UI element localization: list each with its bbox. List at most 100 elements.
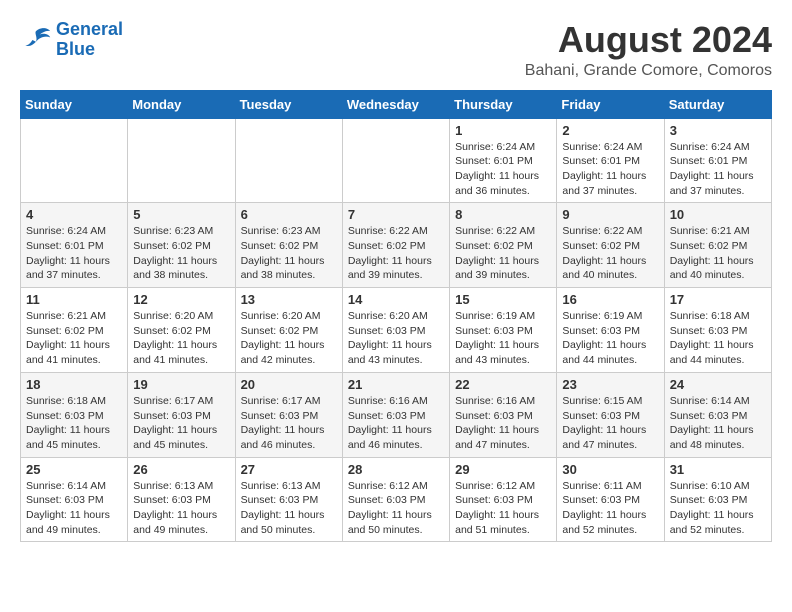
day-number: 17 <box>670 292 766 307</box>
logo-line2: Blue <box>56 40 123 60</box>
day-number: 7 <box>348 207 444 222</box>
day-number: 31 <box>670 462 766 477</box>
calendar-cell: 12 Sunrise: 6:20 AM Sunset: 6:02 PM Dayli… <box>128 288 235 373</box>
column-header-saturday: Saturday <box>664 90 771 118</box>
day-number: 12 <box>133 292 229 307</box>
day-number: 20 <box>241 377 337 392</box>
calendar-cell: 20 Sunrise: 6:17 AM Sunset: 6:03 PM Dayli… <box>235 372 342 457</box>
day-number: 23 <box>562 377 658 392</box>
day-detail: Sunrise: 6:20 AM Sunset: 6:02 PM Dayligh… <box>241 309 337 368</box>
day-detail: Sunrise: 6:22 AM Sunset: 6:02 PM Dayligh… <box>348 224 444 283</box>
day-detail: Sunrise: 6:17 AM Sunset: 6:03 PM Dayligh… <box>241 394 337 453</box>
day-detail: Sunrise: 6:21 AM Sunset: 6:02 PM Dayligh… <box>670 224 766 283</box>
day-detail: Sunrise: 6:12 AM Sunset: 6:03 PM Dayligh… <box>455 479 551 538</box>
day-detail: Sunrise: 6:20 AM Sunset: 6:03 PM Dayligh… <box>348 309 444 368</box>
day-detail: Sunrise: 6:24 AM Sunset: 6:01 PM Dayligh… <box>455 140 551 199</box>
calendar-cell: 24Sunrise: 6:14 AM Sunset: 6:03 PM Dayli… <box>664 372 771 457</box>
calendar-cell <box>342 118 449 203</box>
calendar-cell: 30Sunrise: 6:11 AM Sunset: 6:03 PM Dayli… <box>557 457 664 542</box>
day-detail: Sunrise: 6:17 AM Sunset: 6:03 PM Dayligh… <box>133 394 229 453</box>
day-detail: Sunrise: 6:12 AM Sunset: 6:03 PM Dayligh… <box>348 479 444 538</box>
day-detail: Sunrise: 6:22 AM Sunset: 6:02 PM Dayligh… <box>562 224 658 283</box>
day-number: 8 <box>455 207 551 222</box>
calendar-cell: 4Sunrise: 6:24 AM Sunset: 6:01 PM Daylig… <box>21 203 128 288</box>
calendar-week-row: 18 Sunrise: 6:18 AM Sunset: 6:03 PM Dayli… <box>21 372 772 457</box>
day-number: 2 <box>562 123 658 138</box>
calendar-week-row: 25 Sunrise: 6:14 AM Sunset: 6:03 PM Dayli… <box>21 457 772 542</box>
day-number: 15 <box>455 292 551 307</box>
calendar-cell <box>128 118 235 203</box>
day-number: 29 <box>455 462 551 477</box>
calendar-cell: 16Sunrise: 6:19 AM Sunset: 6:03 PM Dayli… <box>557 288 664 373</box>
calendar-cell: 21 Sunrise: 6:16 AM Sunset: 6:03 PM Dayli… <box>342 372 449 457</box>
calendar-cell: 8 Sunrise: 6:22 AM Sunset: 6:02 PM Daylig… <box>450 203 557 288</box>
day-detail: Sunrise: 6:23 AM Sunset: 6:02 PM Dayligh… <box>133 224 229 283</box>
calendar-cell <box>21 118 128 203</box>
calendar-cell: 26 Sunrise: 6:13 AM Sunset: 6:03 PM Dayli… <box>128 457 235 542</box>
day-detail: Sunrise: 6:19 AM Sunset: 6:03 PM Dayligh… <box>455 309 551 368</box>
day-number: 13 <box>241 292 337 307</box>
day-detail: Sunrise: 6:18 AM Sunset: 6:03 PM Dayligh… <box>26 394 122 453</box>
day-detail: Sunrise: 6:22 AM Sunset: 6:02 PM Dayligh… <box>455 224 551 283</box>
day-detail: Sunrise: 6:14 AM Sunset: 6:03 PM Dayligh… <box>26 479 122 538</box>
day-detail: Sunrise: 6:10 AM Sunset: 6:03 PM Dayligh… <box>670 479 766 538</box>
calendar-cell: 2 Sunrise: 6:24 AM Sunset: 6:01 PM Daylig… <box>557 118 664 203</box>
day-number: 6 <box>241 207 337 222</box>
day-detail: Sunrise: 6:16 AM Sunset: 6:03 PM Dayligh… <box>455 394 551 453</box>
day-number: 5 <box>133 207 229 222</box>
calendar-cell: 6Sunrise: 6:23 AM Sunset: 6:02 PM Daylig… <box>235 203 342 288</box>
day-number: 14 <box>348 292 444 307</box>
calendar-cell: 14 Sunrise: 6:20 AM Sunset: 6:03 PM Dayli… <box>342 288 449 373</box>
day-detail: Sunrise: 6:13 AM Sunset: 6:03 PM Dayligh… <box>133 479 229 538</box>
logo-bird-icon <box>20 24 52 56</box>
calendar-cell: 13 Sunrise: 6:20 AM Sunset: 6:02 PM Dayli… <box>235 288 342 373</box>
day-detail: Sunrise: 6:18 AM Sunset: 6:03 PM Dayligh… <box>670 309 766 368</box>
day-number: 19 <box>133 377 229 392</box>
calendar-cell: 23 Sunrise: 6:15 AM Sunset: 6:03 PM Dayli… <box>557 372 664 457</box>
day-number: 9 <box>562 207 658 222</box>
day-detail: Sunrise: 6:15 AM Sunset: 6:03 PM Dayligh… <box>562 394 658 453</box>
column-header-wednesday: Wednesday <box>342 90 449 118</box>
day-detail: Sunrise: 6:19 AM Sunset: 6:03 PM Dayligh… <box>562 309 658 368</box>
day-detail: Sunrise: 6:24 AM Sunset: 6:01 PM Dayligh… <box>670 140 766 199</box>
calendar-week-row: 1Sunrise: 6:24 AM Sunset: 6:01 PM Daylig… <box>21 118 772 203</box>
calendar-cell: 22 Sunrise: 6:16 AM Sunset: 6:03 PM Dayli… <box>450 372 557 457</box>
day-number: 18 <box>26 377 122 392</box>
day-number: 21 <box>348 377 444 392</box>
day-detail: Sunrise: 6:16 AM Sunset: 6:03 PM Dayligh… <box>348 394 444 453</box>
calendar-cell: 5 Sunrise: 6:23 AM Sunset: 6:02 PM Daylig… <box>128 203 235 288</box>
calendar-cell: 17 Sunrise: 6:18 AM Sunset: 6:03 PM Dayli… <box>664 288 771 373</box>
calendar-week-row: 11 Sunrise: 6:21 AM Sunset: 6:02 PM Dayli… <box>21 288 772 373</box>
day-detail: Sunrise: 6:20 AM Sunset: 6:02 PM Dayligh… <box>133 309 229 368</box>
day-number: 30 <box>562 462 658 477</box>
location-subtitle: Bahani, Grande Comore, Comoros <box>525 62 772 80</box>
month-year-title: August 2024 <box>525 20 772 60</box>
calendar-header-row: SundayMondayTuesdayWednesdayThursdayFrid… <box>21 90 772 118</box>
day-number: 3 <box>670 123 766 138</box>
calendar-cell: 1Sunrise: 6:24 AM Sunset: 6:01 PM Daylig… <box>450 118 557 203</box>
day-detail: Sunrise: 6:24 AM Sunset: 6:01 PM Dayligh… <box>26 224 122 283</box>
day-number: 25 <box>26 462 122 477</box>
calendar-cell: 18 Sunrise: 6:18 AM Sunset: 6:03 PM Dayli… <box>21 372 128 457</box>
page-header: General Blue August 2024 Bahani, Grande … <box>20 20 772 80</box>
logo-text: General Blue <box>56 20 123 60</box>
day-number: 26 <box>133 462 229 477</box>
calendar-cell: 29 Sunrise: 6:12 AM Sunset: 6:03 PM Dayli… <box>450 457 557 542</box>
day-number: 11 <box>26 292 122 307</box>
calendar-table: SundayMondayTuesdayWednesdayThursdayFrid… <box>20 90 772 543</box>
calendar-cell: 27Sunrise: 6:13 AM Sunset: 6:03 PM Dayli… <box>235 457 342 542</box>
calendar-cell: 10Sunrise: 6:21 AM Sunset: 6:02 PM Dayli… <box>664 203 771 288</box>
logo: General Blue <box>20 20 123 60</box>
calendar-cell: 9 Sunrise: 6:22 AM Sunset: 6:02 PM Daylig… <box>557 203 664 288</box>
day-number: 22 <box>455 377 551 392</box>
day-detail: Sunrise: 6:24 AM Sunset: 6:01 PM Dayligh… <box>562 140 658 199</box>
column-header-sunday: Sunday <box>21 90 128 118</box>
calendar-cell: 3 Sunrise: 6:24 AM Sunset: 6:01 PM Daylig… <box>664 118 771 203</box>
day-detail: Sunrise: 6:21 AM Sunset: 6:02 PM Dayligh… <box>26 309 122 368</box>
calendar-cell: 7 Sunrise: 6:22 AM Sunset: 6:02 PM Daylig… <box>342 203 449 288</box>
calendar-week-row: 4Sunrise: 6:24 AM Sunset: 6:01 PM Daylig… <box>21 203 772 288</box>
logo-line1: General <box>56 19 123 39</box>
title-block: August 2024 Bahani, Grande Comore, Comor… <box>525 20 772 80</box>
day-detail: Sunrise: 6:13 AM Sunset: 6:03 PM Dayligh… <box>241 479 337 538</box>
column-header-tuesday: Tuesday <box>235 90 342 118</box>
